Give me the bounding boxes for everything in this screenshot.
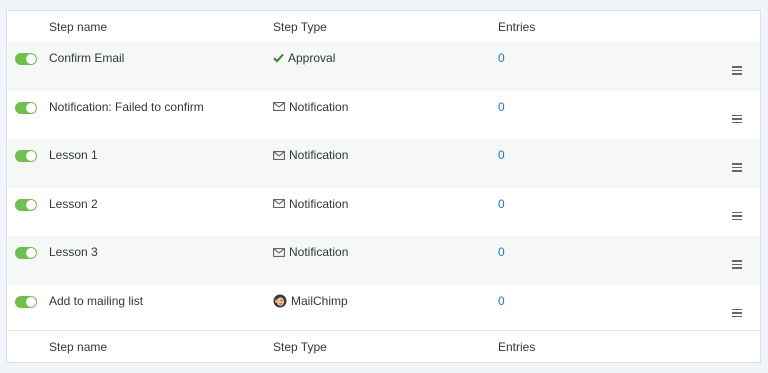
entries-count-link[interactable]: 0 [498, 245, 505, 259]
entries-count-link[interactable]: 0 [498, 100, 505, 114]
entries-count-link[interactable]: 0 [498, 197, 505, 211]
step-type-label: Notification [289, 196, 349, 211]
step-active-toggle[interactable] [15, 247, 37, 260]
step-name[interactable]: Lesson 2 [49, 197, 98, 211]
table-footer: Step name Step Type Entries [7, 330, 760, 362]
envelope-icon [273, 102, 285, 111]
column-header-entries[interactable]: Entries [498, 20, 535, 34]
step-name[interactable]: Lesson 1 [49, 148, 98, 162]
toggle-knob [26, 54, 36, 64]
toggle-knob [26, 296, 36, 307]
drag-handle-icon[interactable] [732, 260, 742, 269]
step-active-toggle[interactable] [15, 101, 37, 114]
table-row: Notification: Failed to confirm Notifica… [7, 90, 760, 140]
workflow-steps-table: Step name Step Type Entries Confirm Emai… [6, 10, 761, 363]
envelope-icon [273, 199, 285, 209]
step-active-toggle[interactable] [15, 150, 37, 163]
step-type-label: MailChimp [291, 293, 348, 308]
step-type: MailChimp [273, 294, 348, 308]
toggle-knob [26, 151, 36, 162]
envelope-icon [273, 247, 285, 257]
column-footer-step-type[interactable]: Step Type [273, 340, 327, 354]
toggle-knob [26, 102, 36, 113]
table-row: Lesson 2 Notification 0 [7, 187, 760, 237]
toggle-knob [26, 199, 36, 210]
step-name[interactable]: Confirm Email [49, 51, 124, 65]
table-row: Lesson 3 Notification 0 [7, 236, 760, 285]
column-footer-step-name[interactable]: Step name [49, 340, 107, 354]
entries-count-link[interactable]: 0 [498, 148, 505, 162]
column-footer-entries[interactable]: Entries [498, 340, 535, 354]
step-active-toggle[interactable] [15, 295, 37, 308]
step-type-label: Notification [289, 99, 349, 114]
step-name[interactable]: Notification: Failed to confirm [49, 100, 204, 114]
step-name[interactable]: Add to mailing list [49, 294, 143, 308]
table-row: Add to mailing list MailChimp 0 [7, 284, 760, 334]
step-type: Approval [273, 51, 335, 65]
table-row: Lesson 1 Notification 0 [7, 139, 760, 188]
toggle-knob [26, 248, 36, 259]
step-type: Notification [273, 148, 348, 162]
drag-handle-icon[interactable] [732, 66, 742, 75]
column-header-step-type[interactable]: Step Type [273, 20, 327, 34]
table-body: Confirm Email Approval 0 Notification: F… [7, 42, 760, 334]
step-type-label: Notification [289, 245, 349, 260]
drag-handle-icon[interactable] [732, 163, 742, 172]
step-name[interactable]: Lesson 3 [49, 245, 98, 259]
envelope-icon [273, 150, 285, 160]
mailchimp-icon [273, 294, 287, 308]
step-active-toggle[interactable] [15, 53, 37, 65]
step-type-label: Notification [289, 148, 349, 163]
entries-count-link[interactable]: 0 [498, 294, 505, 308]
checkmark-icon [273, 53, 284, 63]
step-type: Notification [273, 197, 348, 211]
step-active-toggle[interactable] [15, 198, 37, 211]
table-header: Step name Step Type Entries [7, 11, 760, 43]
drag-handle-icon[interactable] [732, 114, 742, 124]
step-type: Notification [273, 100, 348, 114]
drag-handle-icon[interactable] [732, 308, 742, 318]
table-row: Confirm Email Approval 0 [7, 42, 760, 91]
step-type: Notification [273, 245, 348, 259]
step-type-label: Approval [288, 51, 336, 65]
entries-count-link[interactable]: 0 [498, 51, 505, 65]
drag-handle-icon[interactable] [732, 211, 742, 221]
column-header-step-name[interactable]: Step name [49, 20, 107, 34]
